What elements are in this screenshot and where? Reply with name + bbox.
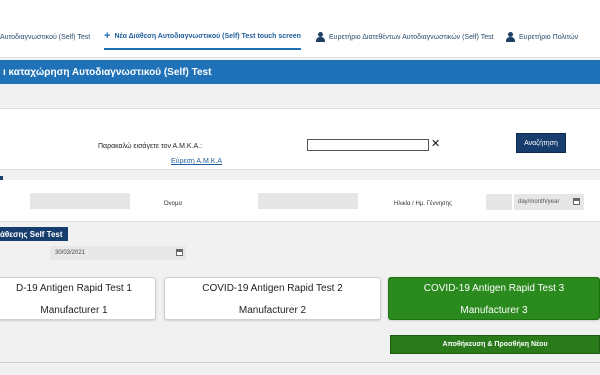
tab-label: Ευρετήριο Πολιτών [519,33,579,41]
test-name: COVID-19 Antigen Rapid Test 3 [423,283,565,294]
first-name-label: Όνομα [164,201,182,207]
date-placeholder: day/month/year [518,199,560,205]
amka-input[interactable] [307,139,429,151]
test-card-3[interactable]: COVID-19 Antigen Rapid Test 3 Manufactur… [388,277,600,320]
test-date-value: 30/03/2021 [55,250,86,256]
person-icon [316,32,325,42]
tab-label: Νέα Διάθεση Αυτοδιαγνωστικού (Self) Test… [114,32,301,40]
manufacturer: Manufacturer 2 [238,305,307,316]
page-title-bar: ι καταχώρηση Αυτοδιαγνωστικού (Self) Tes… [0,60,600,84]
test-card-2[interactable]: COVID-19 Antigen Rapid Test 2 Manufactur… [164,277,381,320]
amka-label: Παρακαλώ εισάγετε τον Α.Μ.Κ.Α.: [98,143,203,150]
top-tab-bar: Αυτοδιαγνωστικού (Self) Test + Νέα Διάθε… [0,0,600,58]
age-label: Ηλικία / Ημ. Γέννησης [394,201,452,207]
tab-label: Αυτοδιαγνωστικού (Self) Test [0,33,91,41]
amka-search-panel: Παρακαλώ εισάγετε τον Α.Μ.Κ.Α.: ✕ Εύρεση… [0,108,600,170]
person-info-panel: Όνομα Ηλικία / Ημ. Γέννησης day/month/ye… [0,180,600,222]
clear-icon[interactable]: ✕ [431,138,440,150]
calendar-icon[interactable] [573,198,580,205]
person-icon [506,32,515,42]
tab-citizens-index[interactable]: Ευρετήριο Πολιτών [506,30,578,50]
plus-icon: + [104,29,111,42]
test-card-1[interactable]: D-19 Antigen Rapid Test 1 Manufacturer 1 [0,277,156,320]
page-title: ι καταχώρηση Αυτοδιαγνωστικού (Self) Tes… [3,66,212,78]
first-name-field[interactable] [258,193,358,209]
birth-date-field[interactable]: day/month/year [514,194,584,210]
calendar-icon[interactable] [176,249,183,256]
self-test-section-label: άθεσης Self Test [0,227,68,241]
test-date-field[interactable]: 30/03/2021 [50,246,186,260]
search-button[interactable]: Αναζήτηση [516,133,566,153]
manufacturer: Manufacturer 1 [40,305,108,316]
manufacturer: Manufacturer 3 [460,305,528,316]
age-field[interactable] [486,194,512,210]
test-name: COVID-19 Antigen Rapid Test 2 [202,283,343,294]
tab-self-test[interactable]: Αυτοδιαγνωστικού (Self) Test [0,30,90,50]
tab-new-self-test[interactable]: + Νέα Διάθεση Αυτοδιαγνωστικού (Self) Te… [104,30,301,50]
tab-label: Ευρετήριο Διατεθέντων Αυτοδιαγνωστικών (… [329,33,494,41]
save-and-add-new-button[interactable]: Αποθήκευση & Προσθήκη Νέου [390,335,600,354]
divider [0,362,600,363]
test-name: D-19 Antigen Rapid Test 1 [15,283,132,294]
find-amka-link[interactable]: Εύρεση Α.Μ.Κ.Α [171,158,222,165]
tab-distributed-tests-index[interactable]: Ευρετήριο Διατεθέντων Αυτοδιαγνωστικών (… [316,30,494,50]
surname-field[interactable] [30,193,130,209]
section-label-text: άθεσης Self Test [0,229,63,239]
